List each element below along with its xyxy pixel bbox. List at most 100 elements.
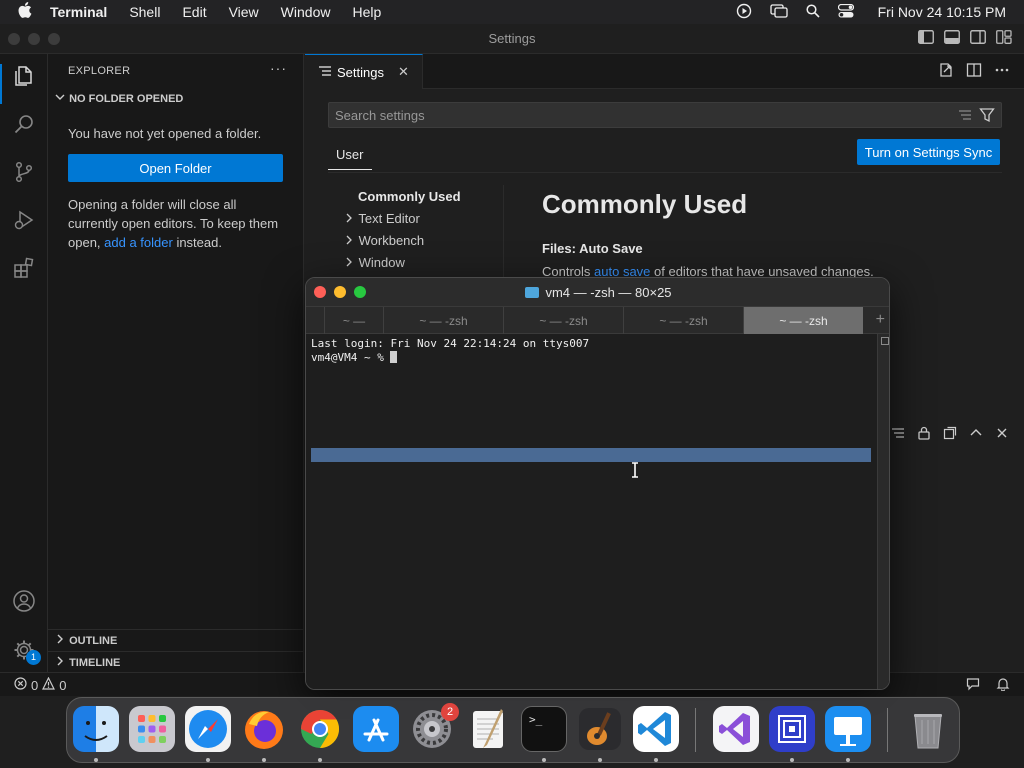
maximize-panel-icon[interactable] bbox=[969, 426, 983, 443]
terminal-tab[interactable]: ~ — -zsh bbox=[503, 307, 623, 334]
open-in-editor-icon[interactable] bbox=[943, 426, 957, 443]
explorer-icon[interactable] bbox=[12, 64, 36, 88]
vscode-app-icon[interactable] bbox=[633, 706, 679, 752]
chevron-right-icon bbox=[343, 233, 355, 248]
settings-search-input[interactable] bbox=[329, 103, 929, 127]
terminal-close-button[interactable] bbox=[314, 286, 326, 298]
toggle-primary-sidebar-icon[interactable] bbox=[918, 30, 934, 47]
editor-tab-bar: Settings ✕ bbox=[305, 54, 1024, 89]
launchpad-icon[interactable] bbox=[129, 706, 175, 752]
spotlight-search-icon[interactable] bbox=[806, 3, 820, 21]
vscode-close-button[interactable] bbox=[8, 33, 20, 45]
open-folder-button[interactable]: Open Folder bbox=[68, 154, 283, 182]
chevron-right-icon bbox=[343, 211, 355, 226]
system-settings-badge: 2 bbox=[441, 703, 459, 721]
warning-count: 0 bbox=[59, 677, 67, 693]
open-settings-json-icon[interactable] bbox=[938, 62, 954, 81]
menu-view[interactable]: View bbox=[229, 4, 259, 20]
dock: 2 >_ bbox=[66, 697, 960, 763]
settings-user-tab[interactable]: User bbox=[336, 147, 363, 162]
terminal-tab[interactable]: ~ — bbox=[324, 307, 383, 334]
tab-settings[interactable]: Settings ✕ bbox=[305, 54, 423, 89]
extensions-icon[interactable] bbox=[12, 256, 36, 280]
terminal-tab[interactable]: ~ — -zsh bbox=[383, 307, 503, 334]
feedback-icon[interactable] bbox=[966, 677, 980, 694]
tab-close-icon[interactable]: ✕ bbox=[398, 64, 409, 80]
vscode-zoom-button[interactable] bbox=[48, 33, 60, 45]
accounts-icon[interactable] bbox=[12, 589, 36, 613]
split-editor-icon[interactable] bbox=[966, 62, 982, 81]
terminal-minimize-button[interactable] bbox=[334, 286, 346, 298]
safari-icon[interactable] bbox=[185, 706, 231, 752]
toggle-secondary-sidebar-icon[interactable] bbox=[970, 30, 986, 47]
simulator-icon[interactable] bbox=[769, 706, 815, 752]
apple-menu-icon[interactable] bbox=[0, 2, 50, 22]
terminal-line: Last login: Fri Nov 24 22:14:24 on ttys0… bbox=[311, 337, 590, 350]
close-panel-icon[interactable] bbox=[995, 426, 1009, 443]
terminal-tab-active[interactable]: ~ — -zsh bbox=[743, 307, 863, 334]
chrome-icon[interactable] bbox=[297, 706, 343, 752]
terminal-prompt-line: vm4@VM4 ~ % bbox=[311, 351, 398, 364]
explorer-header: EXPLORER bbox=[68, 65, 131, 77]
menu-app-terminal[interactable]: Terminal bbox=[50, 4, 107, 20]
firefox-icon[interactable] bbox=[241, 706, 287, 752]
menu-window[interactable]: Window bbox=[281, 4, 331, 20]
no-folder-section-header[interactable]: NO FOLDER OPENED bbox=[54, 92, 183, 105]
toc-text-editor[interactable]: Text Editor bbox=[343, 211, 420, 226]
customize-layout-icon[interactable] bbox=[996, 30, 1012, 47]
clear-output-icon[interactable] bbox=[891, 426, 905, 443]
chevron-right-icon bbox=[54, 634, 66, 647]
chevron-right-icon bbox=[343, 255, 355, 270]
terminal-app-icon[interactable]: >_ bbox=[521, 706, 567, 752]
new-tab-plus-icon[interactable]: + bbox=[876, 311, 885, 329]
menu-bar-clock[interactable]: Fri Nov 24 10:15 PM bbox=[878, 4, 1006, 20]
trash-icon[interactable] bbox=[905, 706, 951, 752]
outline-label: OUTLINE bbox=[69, 635, 118, 647]
turn-on-settings-sync-button[interactable]: Turn on Settings Sync bbox=[857, 139, 1000, 165]
textedit-icon[interactable] bbox=[465, 706, 511, 752]
clear-search-icon[interactable] bbox=[957, 107, 973, 126]
vscode-minimize-button[interactable] bbox=[28, 33, 40, 45]
toggle-panel-icon[interactable] bbox=[944, 30, 960, 47]
menu-shell[interactable]: Shell bbox=[129, 4, 160, 20]
finder-icon[interactable] bbox=[73, 706, 119, 752]
run-and-debug-icon[interactable] bbox=[12, 208, 36, 232]
timeline-section[interactable]: TIMELINE bbox=[48, 651, 304, 673]
running-indicator bbox=[598, 758, 602, 762]
notifications-bell-icon[interactable] bbox=[996, 677, 1010, 694]
add-folder-link[interactable]: add a folder bbox=[104, 235, 173, 250]
accounts-update-badge: 1 bbox=[26, 650, 41, 665]
terminal-scrollbar[interactable] bbox=[877, 334, 889, 689]
terminal-zoom-button[interactable] bbox=[354, 286, 366, 298]
running-indicator bbox=[262, 758, 266, 762]
terminal-tab[interactable]: ~ — -zsh bbox=[623, 307, 743, 334]
source-control-icon[interactable] bbox=[12, 160, 36, 184]
terminal-content[interactable]: Last login: Fri Nov 24 22:14:24 on ttys0… bbox=[306, 334, 889, 689]
more-actions-icon[interactable] bbox=[994, 62, 1010, 81]
explorer-more-actions[interactable]: ··· bbox=[270, 60, 287, 76]
keynote-icon[interactable] bbox=[825, 706, 871, 752]
control-center-icon[interactable] bbox=[837, 3, 854, 21]
app-store-icon[interactable] bbox=[353, 706, 399, 752]
filter-icon[interactable] bbox=[979, 107, 995, 126]
visual-studio-icon[interactable] bbox=[713, 706, 759, 752]
screen-record-icon[interactable] bbox=[736, 3, 752, 22]
scroll-up-icon[interactable] bbox=[881, 337, 889, 345]
toc-workbench[interactable]: Workbench bbox=[343, 233, 424, 248]
vscode-window-controls bbox=[8, 33, 60, 45]
menu-edit[interactable]: Edit bbox=[182, 4, 206, 20]
toc-commonly-used[interactable]: Commonly Used bbox=[358, 189, 461, 204]
screen-mirroring-icon[interactable] bbox=[769, 3, 788, 21]
menu-help[interactable]: Help bbox=[352, 4, 381, 20]
running-indicator bbox=[790, 758, 794, 762]
explorer-sidebar: EXPLORER ··· NO FOLDER OPENED You have n… bbox=[48, 54, 304, 672]
lock-icon[interactable] bbox=[917, 426, 931, 443]
search-icon[interactable] bbox=[12, 112, 36, 136]
text-selection-highlight bbox=[311, 448, 871, 462]
toc-workbench-label: Workbench bbox=[358, 233, 425, 248]
outline-section[interactable]: OUTLINE bbox=[48, 629, 304, 651]
toc-window[interactable]: Window bbox=[343, 255, 405, 270]
garageband-icon[interactable] bbox=[577, 706, 623, 752]
problems-status[interactable]: 0 0 bbox=[14, 676, 67, 693]
running-indicator bbox=[318, 758, 322, 762]
